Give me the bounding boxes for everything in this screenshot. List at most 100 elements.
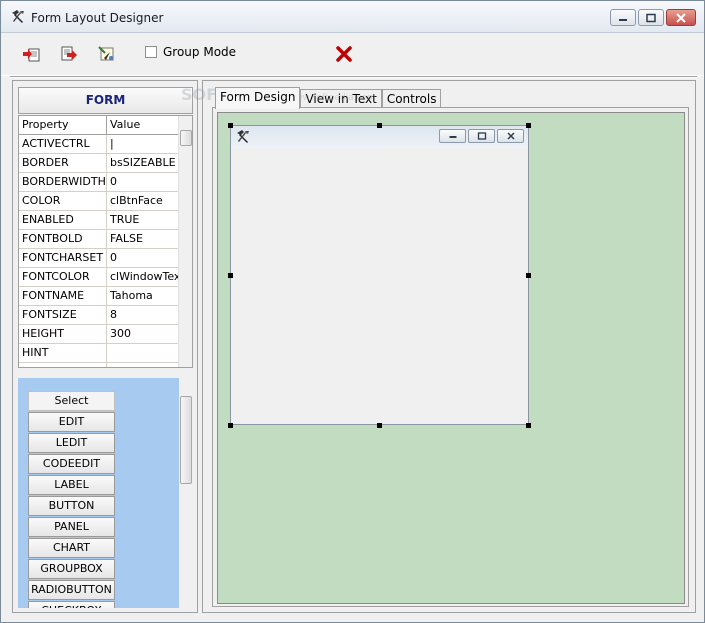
property-row[interactable]: HINT xyxy=(19,344,192,363)
property-value[interactable]: clBtnFace xyxy=(107,192,180,210)
new-form-icon[interactable] xyxy=(21,43,43,65)
property-value[interactable]: 8 xyxy=(107,306,180,324)
resize-handle-top-left[interactable] xyxy=(228,123,233,128)
close-icon xyxy=(506,132,515,140)
property-value[interactable] xyxy=(107,344,180,362)
title-bar[interactable]: Form Layout Designer xyxy=(1,1,704,33)
property-value[interactable]: 0 xyxy=(107,249,180,267)
palette-item-codeedit[interactable]: CODEEDIT xyxy=(28,454,115,474)
property-name: LEFT xyxy=(19,363,107,367)
property-name: COLOR xyxy=(19,192,107,210)
group-mode-checkbox[interactable] xyxy=(145,46,157,58)
right-panel: Form Design View in Text Controls xyxy=(202,80,696,613)
palette-item-edit[interactable]: EDIT xyxy=(28,412,115,432)
property-row[interactable]: FONTBOLD FALSE xyxy=(19,230,192,249)
property-row[interactable]: FONTCHARSET 0 xyxy=(19,249,192,268)
palette-item-panel[interactable]: PANEL xyxy=(28,517,115,537)
toolbar: Group Mode xyxy=(1,34,704,76)
property-value[interactable]: Tahoma xyxy=(107,287,180,305)
main-window: Form Layout Designer Group Mode FORM Pro… xyxy=(0,0,705,623)
property-name: ENABLED xyxy=(19,211,107,229)
property-value[interactable]: FALSE xyxy=(107,230,180,248)
designed-form-close-button[interactable] xyxy=(497,129,524,143)
group-mode-toggle[interactable]: Group Mode xyxy=(145,45,236,59)
tools-icon xyxy=(12,10,24,23)
minimize-button[interactable] xyxy=(610,9,636,26)
designed-form-caption-buttons xyxy=(439,129,524,143)
property-row[interactable]: FONTSIZE 8 xyxy=(19,306,192,325)
property-name: FONTNAME xyxy=(19,287,107,305)
tab-view-in-text[interactable]: View in Text xyxy=(300,89,382,109)
property-grid: Property Value ACTIVECTRL | BORDER bsSIZEAB… xyxy=(18,115,193,368)
group-mode-label: Group Mode xyxy=(163,45,237,59)
property-value[interactable]: TRUE xyxy=(107,211,180,229)
property-value[interactable]: 300 xyxy=(107,325,180,343)
resize-handle-bottom[interactable] xyxy=(377,423,382,428)
palette-item-groupbox[interactable]: GROUPBOX xyxy=(28,559,115,579)
property-value[interactable]: bsSIZEABLE xyxy=(107,154,180,172)
palette-item-select[interactable]: Select xyxy=(28,391,115,411)
designed-form[interactable] xyxy=(230,125,529,425)
property-value[interactable]: | xyxy=(107,135,180,153)
export-icon[interactable] xyxy=(58,43,80,65)
property-row[interactable]: ENABLED TRUE xyxy=(19,211,192,230)
control-palette: Select EDIT LEDIT CODEEDIT LABEL BUTTON PANEL C… xyxy=(18,378,193,608)
property-row[interactable]: COLOR clBtnFace xyxy=(19,192,192,211)
palette-scrollbar[interactable] xyxy=(179,378,193,608)
property-value[interactable]: 10 xyxy=(107,363,180,367)
resize-handle-bottom-left[interactable] xyxy=(228,423,233,428)
designed-form-maximize-button[interactable] xyxy=(468,129,495,143)
caption-buttons xyxy=(610,9,696,26)
palette-item-label[interactable]: LABEL xyxy=(28,475,115,495)
close-button[interactable] xyxy=(666,9,696,26)
toolbar-separator xyxy=(10,76,697,78)
property-row[interactable]: FONTCOLOR clWindowText xyxy=(19,268,192,287)
property-row[interactable]: BORDER bsSIZEABLE xyxy=(19,154,192,173)
palette-item-ledit[interactable]: LEDIT xyxy=(28,433,115,453)
designed-form-titlebar[interactable] xyxy=(231,126,528,148)
property-name: FONTCHARSET xyxy=(19,249,107,267)
property-name: HINT xyxy=(19,344,107,362)
designed-form-minimize-button[interactable] xyxy=(439,129,466,143)
tab-controls[interactable]: Controls xyxy=(381,89,442,109)
property-scrollbar[interactable] xyxy=(178,116,192,367)
resize-handle-top-right[interactable] xyxy=(526,123,531,128)
scroll-thumb[interactable] xyxy=(180,130,192,146)
palette-item-chart[interactable]: CHART xyxy=(28,538,115,558)
delete-icon[interactable] xyxy=(335,45,353,63)
maximize-icon xyxy=(477,132,486,140)
window-title: Form Layout Designer xyxy=(31,11,164,25)
designed-form-tools-icon xyxy=(237,130,249,143)
property-name: BORDER xyxy=(19,154,107,172)
palette-item-radiobutton[interactable]: RADIOBUTTON xyxy=(28,580,115,600)
property-name: FONTCOLOR xyxy=(19,268,107,286)
inspector-header[interactable]: FORM xyxy=(18,87,193,114)
maximize-icon xyxy=(646,13,656,22)
resize-handle-bottom-right[interactable] xyxy=(526,423,531,428)
property-row[interactable]: ACTIVECTRL | xyxy=(19,135,192,154)
value-column-header[interactable]: Value xyxy=(107,116,180,135)
property-name: FONTSIZE xyxy=(19,306,107,324)
property-name: BORDERWIDTH xyxy=(19,173,107,191)
property-row[interactable]: LEFT10 xyxy=(19,363,192,367)
maximize-button[interactable] xyxy=(638,9,664,26)
property-column-header[interactable]: Property xyxy=(19,116,107,135)
property-row[interactable]: HEIGHT 300 xyxy=(19,325,192,344)
property-value[interactable]: 0 xyxy=(107,173,180,191)
tab-body xyxy=(212,107,689,607)
palette-item-checkbox[interactable]: CHECKBOX xyxy=(28,601,115,608)
property-value[interactable]: clWindowText xyxy=(107,268,180,286)
palette-item-button[interactable]: BUTTON xyxy=(28,496,115,516)
minimize-icon xyxy=(449,136,456,138)
design-canvas[interactable] xyxy=(217,112,685,604)
property-name: FONTBOLD xyxy=(19,230,107,248)
resize-handle-right[interactable] xyxy=(526,273,531,278)
property-row[interactable]: FONTNAME Tahoma xyxy=(19,287,192,306)
palette-scroll-thumb[interactable] xyxy=(180,396,192,484)
minimize-icon xyxy=(619,18,627,21)
property-row[interactable]: BORDERWIDTH 0 xyxy=(19,173,192,192)
resize-handle-top[interactable] xyxy=(377,123,382,128)
tab-form-design[interactable]: Form Design xyxy=(215,87,301,109)
edit-icon[interactable] xyxy=(96,43,118,65)
resize-handle-left[interactable] xyxy=(228,273,233,278)
